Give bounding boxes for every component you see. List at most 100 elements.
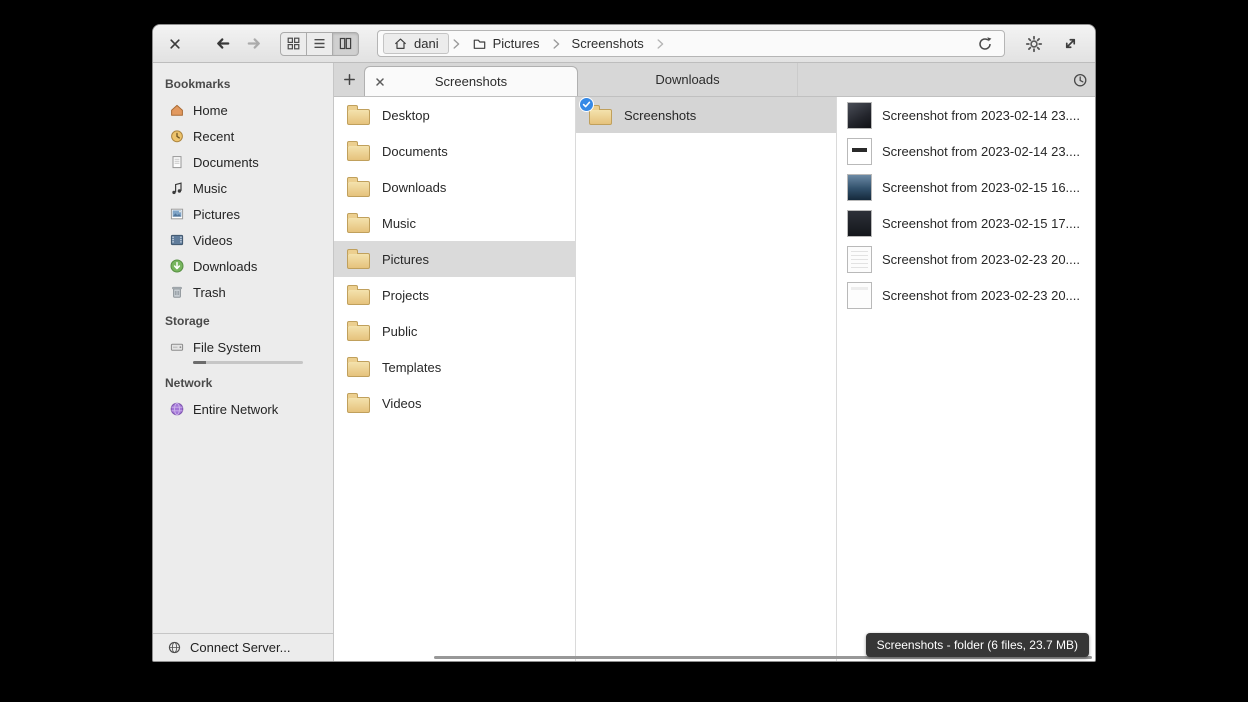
- desktop-background: dani Pictures Screenshots: [0, 0, 1248, 702]
- file-row[interactable]: Screenshot from 2023-02-14 23....: [837, 97, 1095, 133]
- file-row[interactable]: Screenshot from 2023-02-23 20....: [837, 277, 1095, 313]
- expand-icon: [1062, 35, 1079, 52]
- connect-server-label: Connect Server...: [190, 640, 290, 655]
- sidebar-item-label: Recent: [193, 129, 234, 144]
- tab-label: Screenshots: [435, 74, 507, 89]
- new-tab-button[interactable]: [334, 63, 364, 96]
- row-label: Desktop: [382, 108, 430, 123]
- sidebar-item-label: Pictures: [193, 207, 240, 222]
- sidebar-item-entire-network[interactable]: Entire Network: [153, 396, 333, 422]
- sidebar-list: Bookmarks Home Recent Documents: [153, 63, 333, 633]
- sidebar-heading-network: Network: [153, 367, 333, 396]
- row-label: Projects: [382, 288, 429, 303]
- folder-icon: [472, 36, 487, 51]
- breadcrumb-label: dani: [414, 36, 439, 51]
- row-label: Templates: [382, 360, 441, 375]
- folder-row-public[interactable]: Public: [334, 313, 575, 349]
- tab-bar: Screenshots Downloads: [334, 63, 1095, 97]
- folder-row-music[interactable]: Music: [334, 205, 575, 241]
- refresh-button[interactable]: [973, 32, 997, 56]
- file-row[interactable]: Screenshot from 2023-02-14 23....: [837, 133, 1095, 169]
- tab-downloads[interactable]: Downloads: [578, 63, 798, 96]
- file-thumbnail: [847, 246, 872, 273]
- folder-icon: [347, 397, 370, 413]
- sidebar-item-documents[interactable]: Documents: [153, 149, 333, 175]
- file-label: Screenshot from 2023-02-23 20....: [882, 288, 1080, 303]
- folder-row-videos[interactable]: Videos: [334, 385, 575, 421]
- breadcrumb-label: Pictures: [493, 36, 540, 51]
- file-thumbnail: [847, 138, 872, 165]
- file-thumbnail: [847, 282, 872, 309]
- row-label: Pictures: [382, 252, 429, 267]
- folder-row-projects[interactable]: Projects: [334, 277, 575, 313]
- documents-icon: [168, 154, 185, 171]
- chevron-right-icon: [653, 37, 667, 51]
- folder-icon: [589, 109, 612, 125]
- folder-row-screenshots[interactable]: Screenshots: [576, 97, 836, 133]
- check-badge-icon: [579, 97, 594, 112]
- row-label: Videos: [382, 396, 422, 411]
- forward-button[interactable]: [241, 31, 267, 57]
- breadcrumb-segment-home[interactable]: dani: [383, 33, 449, 54]
- connect-server-button[interactable]: Connect Server...: [153, 633, 333, 661]
- row-label: Documents: [382, 144, 448, 159]
- home-icon: [393, 36, 408, 51]
- expand-button[interactable]: [1055, 29, 1085, 59]
- new-tab-icon: [342, 72, 357, 87]
- sidebar-item-label: Trash: [193, 285, 226, 300]
- settings-menu-button[interactable]: [1019, 29, 1049, 59]
- breadcrumb-segment-pictures[interactable]: Pictures: [463, 34, 549, 53]
- sidebar-item-label: Downloads: [193, 259, 257, 274]
- filesystem-icon: [168, 339, 185, 356]
- sidebar-item-pictures[interactable]: Pictures: [153, 201, 333, 227]
- file-row[interactable]: Screenshot from 2023-02-15 17....: [837, 205, 1095, 241]
- close-icon: [168, 37, 182, 51]
- sidebar-item-trash[interactable]: Trash: [153, 279, 333, 305]
- sidebar-item-videos[interactable]: Videos: [153, 227, 333, 253]
- sidebar-item-label: Music: [193, 181, 227, 196]
- sidebar-item-file-system[interactable]: File System: [153, 334, 333, 360]
- sidebar-item-label: Home: [193, 103, 228, 118]
- file-row[interactable]: Screenshot from 2023-02-15 16....: [837, 169, 1095, 205]
- gear-icon: [1025, 35, 1043, 53]
- grid-view-button[interactable]: [280, 32, 307, 56]
- sidebar-item-recent[interactable]: Recent: [153, 123, 333, 149]
- sidebar-item-music[interactable]: Music: [153, 175, 333, 201]
- column-pictures-contents: Screenshots: [576, 97, 837, 661]
- folder-row-desktop[interactable]: Desktop: [334, 97, 575, 133]
- tab-close-icon[interactable]: [374, 76, 386, 88]
- folder-row-documents[interactable]: Documents: [334, 133, 575, 169]
- row-label: Music: [382, 216, 416, 231]
- folder-row-pictures[interactable]: Pictures: [334, 241, 575, 277]
- folder-row-templates[interactable]: Templates: [334, 349, 575, 385]
- status-tooltip: Screenshots - folder (6 files, 23.7 MB): [866, 633, 1089, 657]
- column-view-button[interactable]: [332, 32, 359, 56]
- videos-icon: [168, 232, 185, 249]
- folder-icon: [347, 289, 370, 305]
- sidebar-item-downloads[interactable]: Downloads: [153, 253, 333, 279]
- folder-row-downloads[interactable]: Downloads: [334, 169, 575, 205]
- forward-arrow-icon: [246, 35, 263, 52]
- file-label: Screenshot from 2023-02-23 20....: [882, 252, 1080, 267]
- file-row[interactable]: Screenshot from 2023-02-23 20....: [837, 241, 1095, 277]
- column-places: Desktop Documents Downloads Music: [334, 97, 576, 661]
- back-button[interactable]: [209, 31, 235, 57]
- file-manager-window: dani Pictures Screenshots: [152, 24, 1096, 662]
- sidebar-item-home[interactable]: Home: [153, 97, 333, 123]
- chevron-right-icon: [449, 37, 463, 51]
- folder-icon: [347, 325, 370, 341]
- history-button[interactable]: [1065, 63, 1095, 96]
- pictures-icon: [168, 206, 185, 223]
- list-view-button[interactable]: [306, 32, 333, 56]
- breadcrumb-segment-screenshots[interactable]: Screenshots: [563, 34, 653, 53]
- breadcrumb-label: Screenshots: [572, 36, 644, 51]
- tab-screenshots[interactable]: Screenshots: [364, 66, 578, 96]
- tab-label: Downloads: [655, 72, 719, 87]
- trash-icon: [168, 284, 185, 301]
- file-label: Screenshot from 2023-02-14 23....: [882, 144, 1080, 159]
- disk-usage-bar: [193, 361, 303, 364]
- network-icon: [168, 401, 185, 418]
- back-arrow-icon: [214, 35, 231, 52]
- window-close-button[interactable]: [163, 32, 187, 56]
- view-switcher: [281, 32, 359, 56]
